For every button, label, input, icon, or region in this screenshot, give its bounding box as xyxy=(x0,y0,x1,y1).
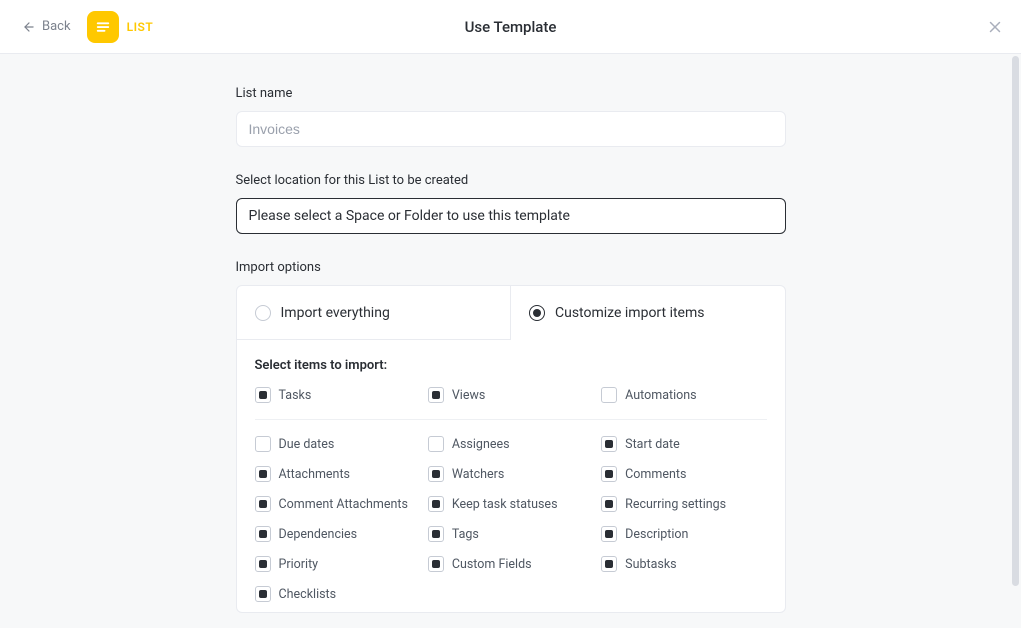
import-mode-radio-group: Import everything Customize import items xyxy=(237,286,785,340)
import-item-label: Priority xyxy=(279,557,319,572)
import-item-label: Keep task statuses xyxy=(452,497,558,512)
back-label: Back xyxy=(42,19,71,34)
import-item-label: Assignees xyxy=(452,437,510,452)
checkbox[interactable] xyxy=(601,387,617,403)
import-options-section: Import options Import everything Customi… xyxy=(236,260,786,613)
import-item: Comment Attachments xyxy=(255,496,420,512)
checkbox[interactable] xyxy=(255,496,271,512)
modal-header: Back LIST Use Template xyxy=(0,0,1021,54)
location-label: Select location for this List to be crea… xyxy=(236,173,786,188)
import-item-label: Comment Attachments xyxy=(279,497,408,512)
checkbox[interactable] xyxy=(255,526,271,542)
import-item: Subtasks xyxy=(601,556,766,572)
import-item: Views xyxy=(428,387,593,403)
modal-body: List name Select location for this List … xyxy=(0,54,1021,628)
import-item-label: Recurring settings xyxy=(625,497,726,512)
import-item-label: Checklists xyxy=(279,587,337,602)
location-select[interactable]: Please select a Space or Folder to use t… xyxy=(236,198,786,234)
import-item: Custom Fields xyxy=(428,556,593,572)
items-grid: Due dates Assignees Start date Attachments W… xyxy=(255,436,767,602)
import-item-label: Dependencies xyxy=(279,527,358,542)
scrollbar-thumb[interactable] xyxy=(1012,56,1019,586)
import-item: Watchers xyxy=(428,466,593,482)
checkbox[interactable] xyxy=(428,387,444,403)
checkbox[interactable] xyxy=(428,496,444,512)
list-name-input[interactable] xyxy=(236,111,786,147)
close-button[interactable] xyxy=(983,15,1007,39)
modal-title: Use Template xyxy=(465,18,557,36)
checkbox[interactable] xyxy=(255,387,271,403)
radio-icon xyxy=(529,305,545,321)
form-content: List name Select location for this List … xyxy=(236,54,786,628)
radio-import-everything[interactable]: Import everything xyxy=(237,286,512,340)
checkbox[interactable] xyxy=(255,556,271,572)
import-item: Checklists xyxy=(255,586,420,602)
import-item-label: Watchers xyxy=(452,467,505,482)
import-item: Tasks xyxy=(255,387,420,403)
checkbox[interactable] xyxy=(601,526,617,542)
import-item: Start date xyxy=(601,436,766,452)
location-section: Select location for this List to be crea… xyxy=(236,173,786,234)
import-item-label: Attachments xyxy=(279,467,351,482)
import-item-label: Subtasks xyxy=(625,557,676,572)
list-name-section: List name xyxy=(236,86,786,147)
top-items-grid: Tasks Views Automations xyxy=(255,387,767,420)
template-type-badge: LIST xyxy=(87,11,154,43)
import-item: Recurring settings xyxy=(601,496,766,512)
template-type-label: LIST xyxy=(127,20,154,34)
import-item-label: Description xyxy=(625,527,688,542)
import-item-label: Due dates xyxy=(279,437,335,452)
radio-icon xyxy=(255,305,271,321)
import-item: Tags xyxy=(428,526,593,542)
checkbox[interactable] xyxy=(428,556,444,572)
checkbox[interactable] xyxy=(428,436,444,452)
location-placeholder: Please select a Space or Folder to use t… xyxy=(249,208,570,224)
checkbox[interactable] xyxy=(601,496,617,512)
arrow-left-icon xyxy=(22,20,36,34)
checkbox[interactable] xyxy=(255,436,271,452)
import-item-label: Custom Fields xyxy=(452,557,532,572)
radio-customize-import[interactable]: Customize import items xyxy=(511,286,785,340)
radio-label: Import everything xyxy=(281,305,390,321)
import-item: Description xyxy=(601,526,766,542)
import-options-label: Import options xyxy=(236,260,786,275)
import-options-box: Import everything Customize import items… xyxy=(236,285,786,613)
customize-panel: Select items to import: Tasks Views Automa… xyxy=(237,340,785,612)
import-item: Priority xyxy=(255,556,420,572)
checkbox[interactable] xyxy=(255,466,271,482)
import-item: Dependencies xyxy=(255,526,420,542)
close-icon xyxy=(986,18,1004,36)
checkbox[interactable] xyxy=(601,466,617,482)
checkbox[interactable] xyxy=(601,556,617,572)
checkbox[interactable] xyxy=(428,466,444,482)
back-button[interactable]: Back xyxy=(16,15,77,38)
checkbox[interactable] xyxy=(428,526,444,542)
import-item: Assignees xyxy=(428,436,593,452)
radio-label: Customize import items xyxy=(555,305,704,321)
import-item-label: Comments xyxy=(625,467,686,482)
import-item: Due dates xyxy=(255,436,420,452)
import-item: Keep task statuses xyxy=(428,496,593,512)
import-item: Automations xyxy=(601,387,766,403)
list-name-label: List name xyxy=(236,86,786,101)
import-item: Attachments xyxy=(255,466,420,482)
import-item-label: Start date xyxy=(625,437,680,452)
import-item-label: Tags xyxy=(452,527,479,542)
import-item-label: Automations xyxy=(625,388,696,403)
checkbox[interactable] xyxy=(601,436,617,452)
import-item-label: Views xyxy=(452,388,485,403)
list-icon xyxy=(87,11,119,43)
checkbox[interactable] xyxy=(255,586,271,602)
import-item: Comments xyxy=(601,466,766,482)
import-item-label: Tasks xyxy=(279,388,312,403)
customize-title: Select items to import: xyxy=(255,358,767,373)
